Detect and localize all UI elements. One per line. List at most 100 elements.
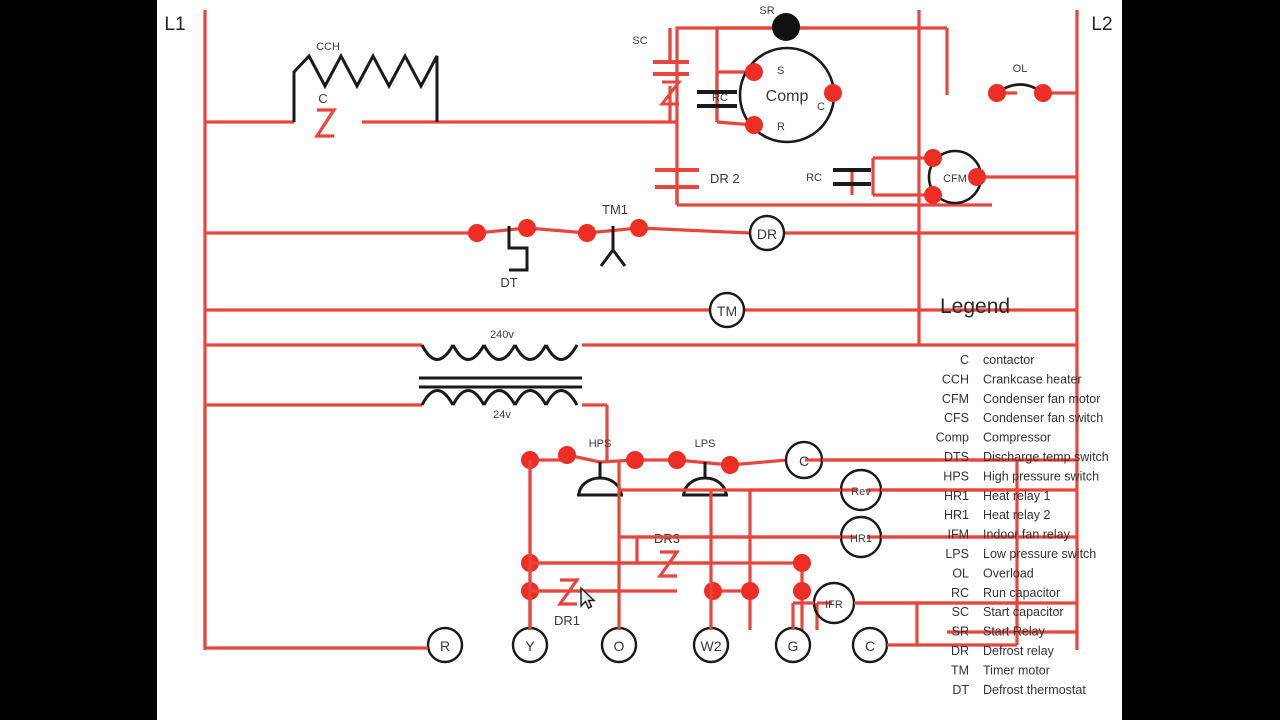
wire-dt-tm1 (526, 226, 588, 235)
sc-start-capacitor: SC (632, 35, 689, 106)
dot-tm1-left (578, 224, 596, 242)
rc-cfm-label: RC (806, 172, 822, 184)
legend-abbr-16: TM (951, 663, 969, 677)
legend-abbr-2: CFM (942, 392, 969, 406)
legend-desc-2: Condenser fan motor (983, 392, 1100, 406)
terminal-y[interactable]: Y (511, 626, 549, 664)
legend-abbr-3: CFS (944, 411, 969, 425)
transformer: 240v 24v (419, 329, 582, 421)
terminal-o[interactable]: O (600, 626, 638, 664)
legend-abbr-11: OL (952, 566, 969, 580)
legend-abbr-1: CCH (942, 372, 969, 386)
legend-desc-15: Defrost relay (983, 644, 1055, 658)
tm-coil-label: TM (717, 303, 737, 319)
legend-desc-8: Heat relay 2 (983, 508, 1050, 522)
legend-abbr-12: RC (951, 586, 969, 600)
comp-terminal-s-label: S (777, 65, 784, 77)
legend-desc-3: Condenser fan switch (983, 411, 1103, 425)
letterbox-bar-right (1122, 0, 1280, 720)
hr1-coil-label: HR1 (850, 533, 872, 545)
dot-lps-right (721, 456, 739, 474)
legend-abbr-6: HPS (943, 469, 969, 483)
legend: Legend CcontactorCCH Crankcase heaterCFM C… (936, 295, 1109, 697)
dot-comp-r (745, 116, 763, 134)
schematic-svg: CCH C SC RC SR Comp S R C OL DR 2 RC CFM… (164, 5, 1112, 697)
tm1-switch: TM1 (599, 202, 628, 267)
legend-desc-4: Compressor (983, 431, 1051, 445)
cfm-label: CFM (943, 173, 967, 185)
terminal-o-label: O (614, 638, 625, 654)
legend-desc-17: Defrost thermostat (983, 683, 1086, 697)
lps-label: LPS (695, 438, 716, 450)
dot-cfm-right (968, 168, 986, 186)
tm-coil: TM (708, 291, 746, 329)
wire-corrections (528, 458, 1019, 647)
legend-desc-10: Low pressure switch (983, 547, 1096, 561)
sr-label: SR (759, 5, 774, 17)
dr2-label: DR 2 (710, 171, 740, 186)
legend-abbr-0: C (960, 353, 969, 367)
legend-desc-11: Overload (983, 566, 1034, 580)
letterbox-bar-left (0, 0, 157, 720)
dot-hps-left (558, 446, 576, 464)
dot-tm1-right (630, 219, 648, 237)
legend-desc-0: contactor (983, 353, 1034, 367)
c-coil-label: C (799, 453, 809, 469)
dot-comp-s (745, 63, 763, 81)
terminal-w2-label: W2 (701, 638, 722, 654)
sr-start-relay: SR (759, 5, 800, 41)
terminal-c-label: C (865, 638, 875, 654)
hps-pressure-switch: HPS (577, 438, 623, 497)
lps-pressure-switch: LPS (682, 438, 728, 497)
legend-abbr-8: HR1 (944, 508, 969, 522)
dot-ol-right (1034, 84, 1052, 102)
dt-label: DT (500, 275, 517, 290)
terminal-r-label: R (440, 638, 450, 654)
terminal-c[interactable]: C (851, 626, 889, 664)
dot-o-mid (741, 582, 759, 600)
cch-contact-symbol: C (314, 91, 337, 138)
dot-lps-left (668, 451, 686, 469)
rc-comp-label: RC (712, 92, 728, 104)
screenshot-stage: CCH C SC RC SR Comp S R C OL DR 2 RC CFM… (0, 0, 1280, 720)
dot-ol-left (988, 84, 1006, 102)
rc-compressor-capacitor: RC (697, 90, 737, 108)
legend-abbr-13: SC (952, 605, 969, 619)
transformer-secondary-label: 24v (493, 409, 511, 421)
dr1-label: DR1 (554, 613, 580, 628)
legend-abbr-15: DR (951, 644, 969, 658)
thermostat-terminals: R Y O W2 G C (426, 563, 919, 664)
ol-label: OL (1013, 63, 1028, 75)
dot-dr3-row-right (793, 554, 811, 572)
legend-desc-9: Indoor fan relay (983, 528, 1071, 542)
legend-desc-16: Timer motor (983, 663, 1050, 677)
legend-abbr-9: IFM (947, 528, 969, 542)
wire-tm1-dr (638, 226, 751, 235)
transformer-primary-label: 240v (490, 329, 514, 341)
comp-terminal-r-label: R (777, 121, 785, 133)
hps-label: HPS (589, 438, 612, 450)
legend-desc-14: Start Relay (983, 625, 1046, 639)
comp-label: Comp (766, 88, 809, 105)
legend-abbr-5: DTS (944, 450, 969, 464)
ifr-coil-label: IFR (825, 599, 843, 611)
dot-dt-right (518, 219, 536, 237)
cch-label: CCH (316, 41, 340, 53)
dot-dr1-right (704, 582, 722, 600)
terminal-r[interactable]: R (426, 626, 464, 664)
legend-desc-1: Crankcase heater (983, 372, 1082, 386)
legend-desc-6: High pressure switch (983, 469, 1099, 483)
legend-abbr-7: HR1 (944, 489, 969, 503)
sc-label: SC (632, 35, 647, 47)
terminal-w2[interactable]: W2 (692, 626, 730, 664)
l2-label: L2 (1091, 14, 1112, 35)
terminal-y-label: Y (525, 638, 535, 654)
legend-desc-5: Discharge temp switch (983, 450, 1109, 464)
dr1-contact: DR1 (554, 578, 581, 628)
comp-terminal-c-label: C (817, 101, 825, 113)
legend-abbr-4: Comp (936, 431, 969, 445)
legend-desc-12: Run capacitor (983, 586, 1060, 600)
dr2-contact: DR 2 (655, 168, 740, 189)
terminal-g[interactable]: G (774, 626, 812, 664)
dot-cfm-top (924, 149, 942, 167)
